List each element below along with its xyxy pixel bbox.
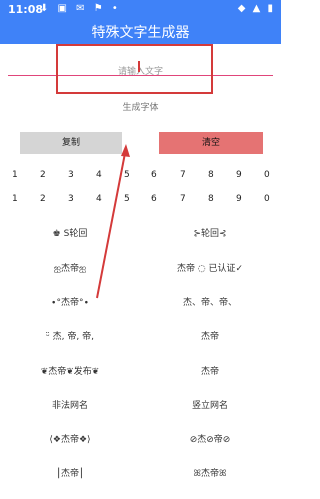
style-item-7-right[interactable]: ⊘杰⊘帝⊘ bbox=[140, 432, 280, 445]
number-0[interactable]: 0 bbox=[264, 194, 270, 204]
style-item-5-right[interactable]: 杰帝 bbox=[140, 364, 280, 377]
number-9[interactable]: 9 bbox=[236, 194, 242, 204]
number-3[interactable]: 3 bbox=[68, 170, 74, 180]
number-6[interactable]: 6 bbox=[151, 194, 157, 204]
number-1[interactable]: 1 bbox=[12, 170, 18, 180]
style-item-7-left[interactable]: ⟨❖杰帝❖⟩ bbox=[0, 432, 140, 445]
number-9[interactable]: 9 bbox=[236, 170, 242, 180]
number-6[interactable]: 6 bbox=[151, 170, 157, 180]
number-7[interactable]: 7 bbox=[180, 194, 186, 204]
number-7[interactable]: 7 bbox=[180, 170, 186, 180]
style-item-6-right[interactable]: 竖立网名 bbox=[140, 398, 280, 411]
number-row-2[interactable]: 1 2 3 4 5 6 7 8 9 0 bbox=[0, 194, 281, 208]
number-5[interactable]: 5 bbox=[124, 170, 130, 180]
style-item-1-left[interactable]: ♚ S轮回 bbox=[0, 226, 140, 239]
number-2[interactable]: 2 bbox=[40, 170, 46, 180]
number-4[interactable]: 4 bbox=[96, 170, 102, 180]
style-item-8-left[interactable]: ⎮杰帝⎮ bbox=[0, 466, 140, 479]
style-item-4-left[interactable]: ᵕ̈ 杰, 帝, 帝, bbox=[0, 329, 140, 342]
number-2[interactable]: 2 bbox=[40, 194, 46, 204]
style-item-3-left[interactable]: ∙°杰帝°∙ bbox=[0, 295, 140, 308]
annotation-arrow bbox=[96, 144, 130, 299]
style-item-2-left[interactable]: ஐ杰帝ஐ bbox=[0, 261, 140, 275]
number-1[interactable]: 1 bbox=[12, 194, 18, 204]
style-item-2-right[interactable]: 杰帝 ◌ 已认证✓ bbox=[140, 261, 280, 274]
number-5[interactable]: 5 bbox=[124, 194, 130, 204]
style-item-6-left[interactable]: 非法网名 bbox=[0, 398, 140, 411]
style-item-3-right[interactable]: 杰、帝、帝、 bbox=[140, 295, 280, 308]
number-4[interactable]: 4 bbox=[96, 194, 102, 204]
style-item-8-right[interactable]: ꕤ杰帝ꕤ bbox=[140, 466, 280, 479]
style-item-5-left[interactable]: ❦杰帝❦发布❦ bbox=[0, 364, 140, 377]
number-8[interactable]: 8 bbox=[208, 194, 214, 204]
style-item-4-right[interactable]: 杰帝 bbox=[140, 329, 280, 342]
number-0[interactable]: 0 bbox=[264, 170, 270, 180]
style-item-1-right[interactable]: ⊱轮回⊰ bbox=[140, 226, 280, 239]
number-row-1[interactable]: 1 2 3 4 5 6 7 8 9 0 bbox=[0, 170, 281, 184]
number-8[interactable]: 8 bbox=[208, 170, 214, 180]
number-3[interactable]: 3 bbox=[68, 194, 74, 204]
